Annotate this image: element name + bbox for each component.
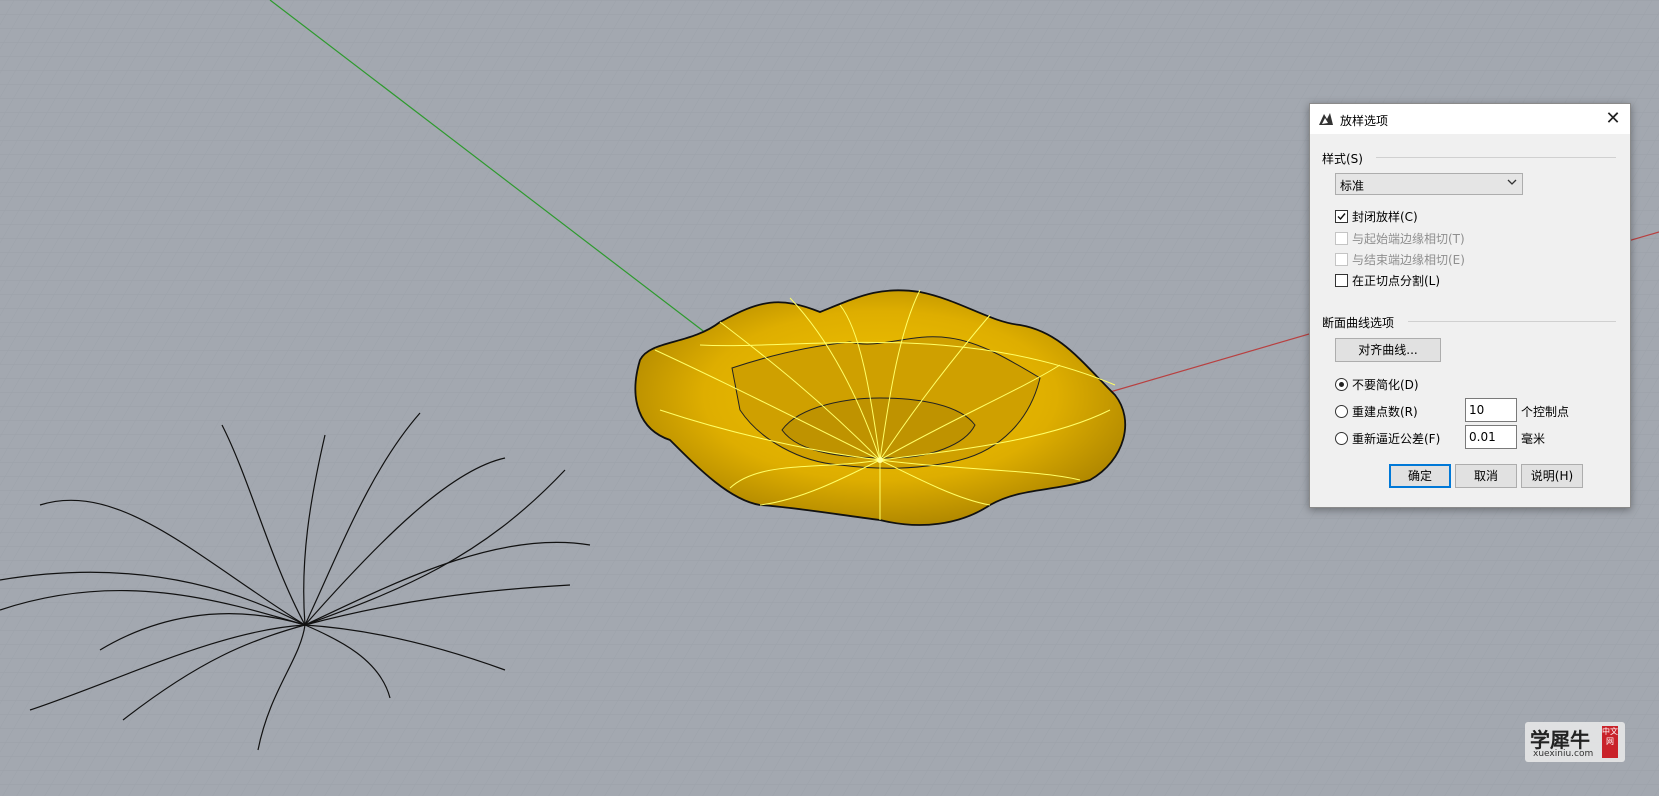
end-tangent-checkbox	[1335, 252, 1348, 266]
no-simplify-label: 不要简化(D)	[1352, 377, 1419, 392]
split-at-tangent-label: 在正切点分割(L)	[1352, 273, 1441, 288]
loft-options-dialog: 放样选项 ✕ 样式(S) 标准 封闭放样(C) 与起始端边缘相切(T) 与结束端…	[1309, 103, 1631, 508]
watermark-seal: 中文网	[1602, 726, 1618, 758]
start-tangent-checkbox	[1335, 231, 1348, 245]
refit-radio[interactable]	[1335, 431, 1348, 445]
dialog-title: 放样选项	[1340, 114, 1389, 128]
dialog-titlebar[interactable]: 放样选项 ✕	[1310, 104, 1630, 134]
close-icon[interactable]: ✕	[1596, 104, 1630, 134]
refit-label: 重新逼近公差(F)	[1352, 431, 1441, 446]
close-loft-checkbox[interactable]	[1335, 209, 1348, 223]
tolerance-unit-label: 毫米	[1521, 432, 1546, 446]
no-simplify-option[interactable]: 不要简化(D)	[1335, 376, 1419, 392]
refit-tolerance-input[interactable]: 0.01	[1465, 425, 1517, 449]
section-curve-group-label: 断面曲线选项	[1322, 316, 1395, 330]
ok-button[interactable]: 确定	[1389, 464, 1451, 488]
end-tangent-option: 与结束端边缘相切(E)	[1335, 251, 1465, 267]
rebuild-radio[interactable]	[1335, 404, 1348, 418]
end-tangent-label: 与结束端边缘相切(E)	[1352, 252, 1465, 267]
cancel-button[interactable]: 取消	[1455, 464, 1517, 488]
rebuild-label: 重建点数(R)	[1352, 404, 1418, 419]
watermark-logo: 学犀牛 xuexiniu.com 中文网	[1525, 722, 1625, 762]
section-group-divider	[1408, 321, 1616, 322]
split-at-tangent-option[interactable]: 在正切点分割(L)	[1335, 272, 1440, 288]
style-dropdown[interactable]: 标准	[1335, 173, 1523, 195]
rebuild-option[interactable]: 重建点数(R)	[1335, 403, 1418, 419]
no-simplify-radio[interactable]	[1335, 377, 1348, 391]
style-group-divider	[1376, 157, 1616, 158]
watermark-url: xuexiniu.com	[1533, 749, 1594, 759]
style-dropdown-value: 标准	[1340, 179, 1365, 193]
start-tangent-label: 与起始端边缘相切(T)	[1352, 231, 1465, 246]
style-group-label: 样式(S)	[1322, 152, 1363, 166]
start-tangent-option: 与起始端边缘相切(T)	[1335, 230, 1465, 246]
close-loft-option[interactable]: 封闭放样(C)	[1335, 208, 1418, 224]
close-loft-label: 封闭放样(C)	[1352, 209, 1418, 224]
align-curves-button[interactable]: 对齐曲线...	[1335, 338, 1441, 362]
rebuild-unit-label: 个控制点	[1521, 405, 1570, 419]
rhino-icon	[1318, 111, 1334, 127]
chevron-down-icon	[1507, 179, 1517, 185]
refit-option[interactable]: 重新逼近公差(F)	[1335, 430, 1440, 446]
rebuild-points-input[interactable]: 10	[1465, 398, 1517, 422]
help-button[interactable]: 说明(H)	[1521, 464, 1583, 488]
split-at-tangent-checkbox[interactable]	[1335, 273, 1348, 287]
